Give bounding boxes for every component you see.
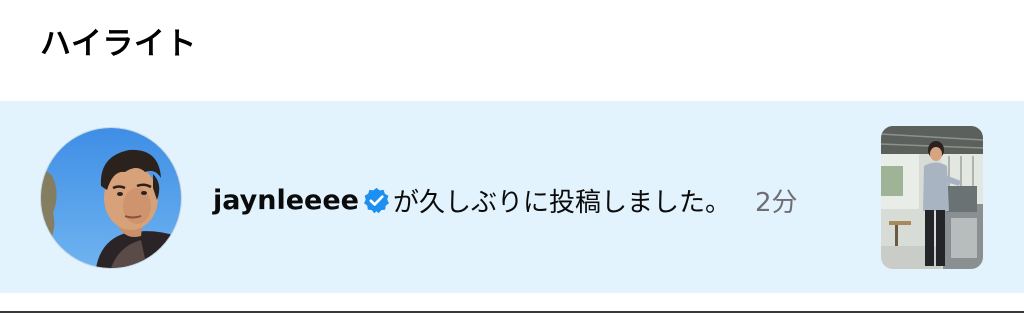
avatar-photo [41, 128, 181, 268]
username-link[interactable]: jaynleeee [213, 185, 359, 216]
avatar[interactable] [41, 128, 181, 268]
notification-message: が久しぶりに投稿しました。 [392, 187, 731, 218]
post-thumbnail[interactable] [881, 126, 983, 269]
bottom-divider [0, 311, 1024, 313]
timestamp: 2分 [754, 187, 798, 218]
section-title: ハイライト [40, 26, 197, 62]
highlight-notification-row[interactable]: jaynleeee が久しぶりに投稿しました。 2分 [0, 101, 1024, 293]
post-photo [881, 126, 983, 269]
highlights-screen: ハイライト jaynleeee が久しぶりに投稿しました。 2分 [0, 0, 1024, 315]
verified-badge-icon [362, 186, 391, 215]
notification-text[interactable]: jaynleeee が久しぶりに投稿しました。 2分 [213, 179, 798, 221]
